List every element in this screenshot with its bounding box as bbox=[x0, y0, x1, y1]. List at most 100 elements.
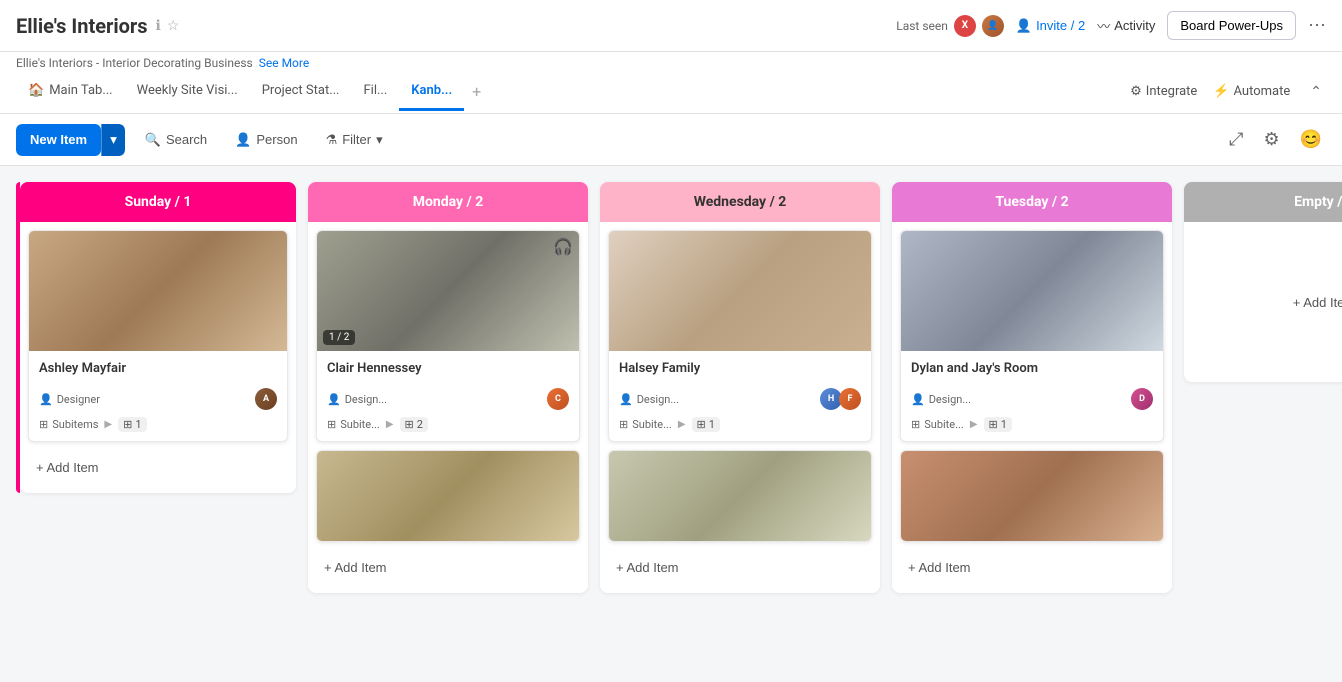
add-item-wednesday[interactable]: + Add Item bbox=[608, 550, 872, 585]
avatar-halsey2: F bbox=[839, 388, 861, 410]
integrate-action[interactable]: ⚙ Integrate bbox=[1130, 84, 1197, 99]
column-empty: Empty / 0 + Add Item bbox=[1184, 182, 1342, 382]
card-ashley-designer-value: A bbox=[255, 388, 277, 410]
tab-project[interactable]: Project Stat... bbox=[250, 73, 352, 111]
card-clair: 1 / 2 🎧 Clair Hennessey 👤 Design... C bbox=[316, 230, 580, 442]
column-sunday-body: Ashley Mayfair 👤 Designer A bbox=[20, 222, 296, 493]
card-clair-image: 1 / 2 🎧 bbox=[317, 231, 579, 351]
collapse-button[interactable]: ⌃ bbox=[1306, 79, 1326, 104]
avatar-x: X bbox=[954, 15, 976, 37]
subitem-icon4: ⊞ bbox=[911, 418, 920, 431]
invite-button[interactable]: 👤 Invite / 2 bbox=[1016, 18, 1085, 34]
new-item-dropdown[interactable]: ▾ bbox=[101, 124, 125, 156]
subitem-icon2: ⊞ bbox=[327, 418, 336, 431]
add-item-monday[interactable]: + Add Item bbox=[316, 550, 580, 585]
new-item-wrap: New Item ▾ bbox=[16, 124, 125, 156]
card-dylan-title: Dylan and Jay's Room bbox=[911, 361, 1153, 376]
subitem-count-halsey: ⊞ 1 bbox=[692, 417, 720, 432]
automate-action[interactable]: ⚡ Automate bbox=[1213, 84, 1290, 99]
more-options-button[interactable]: ⋯ bbox=[1308, 15, 1326, 36]
new-item-label: New Item bbox=[30, 132, 87, 147]
star-icon[interactable]: ☆ bbox=[167, 18, 180, 34]
add-item-empty[interactable]: + Add Item bbox=[1285, 287, 1342, 318]
home-icon: 🏠 bbox=[28, 83, 44, 98]
card-dylan-subitems-row: ⊞ Subite... ▶ ⊞ 1 bbox=[911, 414, 1153, 435]
add-tab-button[interactable]: + bbox=[464, 72, 489, 111]
avatar-ashley: A bbox=[255, 388, 277, 410]
subtitle-bar: Ellie's Interiors - Interior Decorating … bbox=[0, 52, 1342, 70]
title-icons: ℹ ☆ bbox=[156, 18, 180, 34]
card-wednesday-second-image bbox=[609, 451, 871, 541]
card-dylan-designer-value: D bbox=[1131, 388, 1153, 410]
fullscreen-button[interactable]: ⤢ bbox=[1225, 125, 1247, 154]
card-clair-designer-row: 👤 Design... C bbox=[327, 384, 569, 414]
card-halsey-title: Halsey Family bbox=[619, 361, 861, 376]
card-monday-second-image bbox=[317, 451, 579, 541]
person-button[interactable]: 👤 Person bbox=[227, 126, 305, 154]
card-tuesday-second bbox=[900, 450, 1164, 542]
column-wednesday-body: Halsey Family 👤 Design... H F bbox=[600, 222, 880, 593]
card-dylan-image bbox=[901, 231, 1163, 351]
tab-kanb[interactable]: Kanb... bbox=[399, 73, 464, 111]
person-label: Person bbox=[256, 132, 297, 147]
kanban-board: Sunday / 1 Ashley Mayfair 👤 Designer bbox=[0, 166, 1342, 676]
person-row-icon: 👤 bbox=[39, 393, 53, 406]
info-icon[interactable]: ℹ bbox=[156, 18, 161, 34]
activity-label: Activity bbox=[1114, 18, 1155, 33]
person-row-icon4: 👤 bbox=[911, 393, 925, 406]
avatar-clair: C bbox=[547, 388, 569, 410]
last-seen-label: Last seen bbox=[896, 19, 948, 33]
toolbar-right: ⤢ ⚙ 😊 bbox=[1225, 125, 1326, 154]
tab-weekly[interactable]: Weekly Site Visi... bbox=[125, 73, 250, 111]
column-monday-body: 1 / 2 🎧 Clair Hennessey 👤 Design... C bbox=[308, 222, 588, 593]
avatar-dylan: D bbox=[1131, 388, 1153, 410]
card-ashley-subitems-row: ⊞ Subitems ▶ ⊞ 1 bbox=[39, 414, 277, 435]
card-halsey-designer-value: H F bbox=[820, 388, 861, 410]
column-tuesday: Tuesday / 2 Dylan and Jay's Room 👤 Desig… bbox=[892, 182, 1172, 593]
column-monday-header: Monday / 2 bbox=[308, 182, 588, 222]
see-more-link[interactable]: See More bbox=[259, 56, 309, 70]
add-item-sunday[interactable]: + Add Item bbox=[28, 450, 288, 485]
card-ashley-image bbox=[29, 231, 287, 351]
column-wednesday-header: Wednesday / 2 bbox=[600, 182, 880, 222]
card-clair-title: Clair Hennessey bbox=[327, 361, 569, 376]
filter-button[interactable]: ⚗ Filter ▾ bbox=[318, 126, 391, 154]
column-empty-body: + Add Item bbox=[1184, 222, 1342, 382]
column-sunday-header: Sunday / 1 bbox=[20, 182, 296, 222]
activity-icon: 〰 bbox=[1097, 16, 1110, 35]
board-power-label: Board Power-Ups bbox=[1180, 18, 1283, 33]
tab-fil[interactable]: Fil... bbox=[351, 73, 399, 111]
card-halsey-subitems-row: ⊞ Subite... ▶ ⊞ 1 bbox=[619, 414, 861, 435]
board-power-button[interactable]: Board Power-Ups bbox=[1167, 11, 1296, 40]
card-ashley-title: Ashley Mayfair bbox=[39, 361, 277, 376]
search-button[interactable]: 🔍 Search bbox=[137, 126, 215, 154]
tab-main[interactable]: 🏠 Main Tab... bbox=[16, 73, 125, 111]
filter-chevron-icon: ▾ bbox=[376, 132, 383, 148]
subitem-count-dylan: ⊞ 1 bbox=[984, 417, 1012, 432]
invite-label: Invite / 2 bbox=[1036, 18, 1085, 33]
card-monday-second bbox=[316, 450, 580, 542]
subitem-icon3: ⊞ bbox=[619, 418, 628, 431]
card-ashley: Ashley Mayfair 👤 Designer A bbox=[28, 230, 288, 442]
header-right: Last seen X 👤 👤 Invite / 2 〰 Activity Bo… bbox=[896, 11, 1326, 40]
settings-button[interactable]: ⚙ bbox=[1259, 125, 1283, 154]
emoji-button[interactable]: 😊 bbox=[1296, 125, 1326, 154]
search-label: Search bbox=[166, 132, 207, 147]
add-item-tuesday[interactable]: + Add Item bbox=[900, 550, 1164, 585]
card-clair-designer-value: C bbox=[547, 388, 569, 410]
card-clair-badge: 1 / 2 bbox=[323, 330, 355, 345]
activity-button[interactable]: 〰 Activity bbox=[1097, 16, 1155, 35]
card-wednesday-second bbox=[608, 450, 872, 542]
tabs-right: ⚙ Integrate ⚡ Automate ⌃ bbox=[1130, 79, 1326, 104]
card-ashley-designer-row: 👤 Designer A bbox=[39, 384, 277, 414]
automate-icon: ⚡ bbox=[1213, 84, 1229, 99]
integrate-icon: ⚙ bbox=[1130, 84, 1142, 99]
column-empty-header: Empty / 0 bbox=[1184, 182, 1342, 222]
person-row-icon2: 👤 bbox=[327, 393, 341, 406]
board-title: Ellie's Interiors bbox=[16, 14, 148, 38]
card-tuesday-second-image bbox=[901, 451, 1163, 541]
subitem-count-ashley: ⊞ 1 bbox=[118, 417, 146, 432]
card-halsey-designer-row: 👤 Design... H F bbox=[619, 384, 861, 414]
new-item-button[interactable]: New Item bbox=[16, 124, 101, 156]
headphone-icon: 🎧 bbox=[553, 237, 573, 256]
